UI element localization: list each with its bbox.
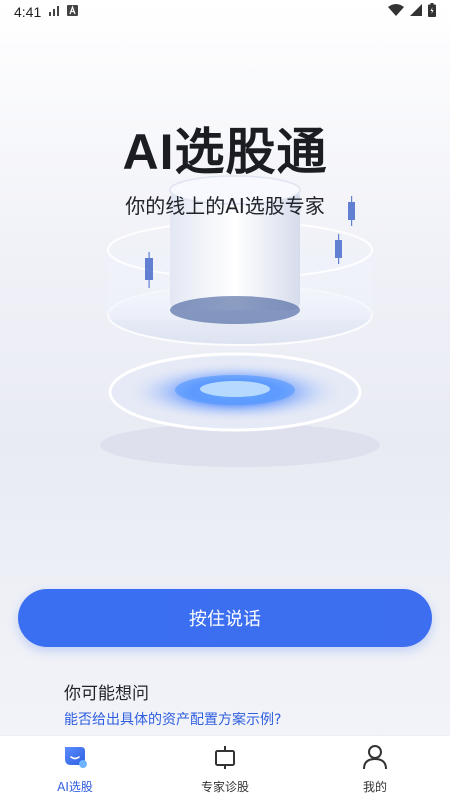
expert-diagnosis-icon [210, 742, 240, 772]
status-bar: 4:41 [0, 0, 450, 24]
person-icon [360, 742, 390, 772]
nav-label-mine: 我的 [362, 780, 387, 794]
signal-bars-icon [49, 5, 60, 20]
suggestion-link[interactable]: 能否给出具体的资产配置方案示例? [64, 709, 281, 729]
nav-item-mine[interactable]: 我的 [300, 736, 450, 801]
status-left: 4:41 [14, 4, 79, 20]
bottom-nav: AI选股 专家诊股 我的 [0, 735, 450, 801]
nav-item-expert-diagnosis[interactable]: 专家诊股 [150, 736, 300, 801]
suggestion-title: 你可能想问 [64, 684, 149, 704]
hero-subtitle: 你的线上的AI选股专家 [125, 194, 325, 218]
signal-icon [410, 4, 422, 20]
app-root: 4:41 AI选股通 你的线上的AI选股专家 按住说话 你可能想问 能否给出具体… [0, 0, 450, 801]
nav-label-expert-diagnosis: 专家诊股 [200, 780, 249, 794]
ai-chat-icon [60, 742, 90, 772]
hero-title: AI选股通 [122, 124, 328, 180]
battery-icon [428, 3, 436, 21]
a-badge-icon [67, 4, 79, 20]
nav-label-ai-stock: AI选股 [57, 780, 93, 794]
hold-to-talk-button[interactable]: 按住说话 [18, 589, 432, 647]
status-time: 4:41 [14, 4, 42, 20]
wifi-icon [388, 4, 404, 20]
status-right [388, 3, 436, 21]
nav-item-ai-stock[interactable]: AI选股 [0, 736, 150, 801]
